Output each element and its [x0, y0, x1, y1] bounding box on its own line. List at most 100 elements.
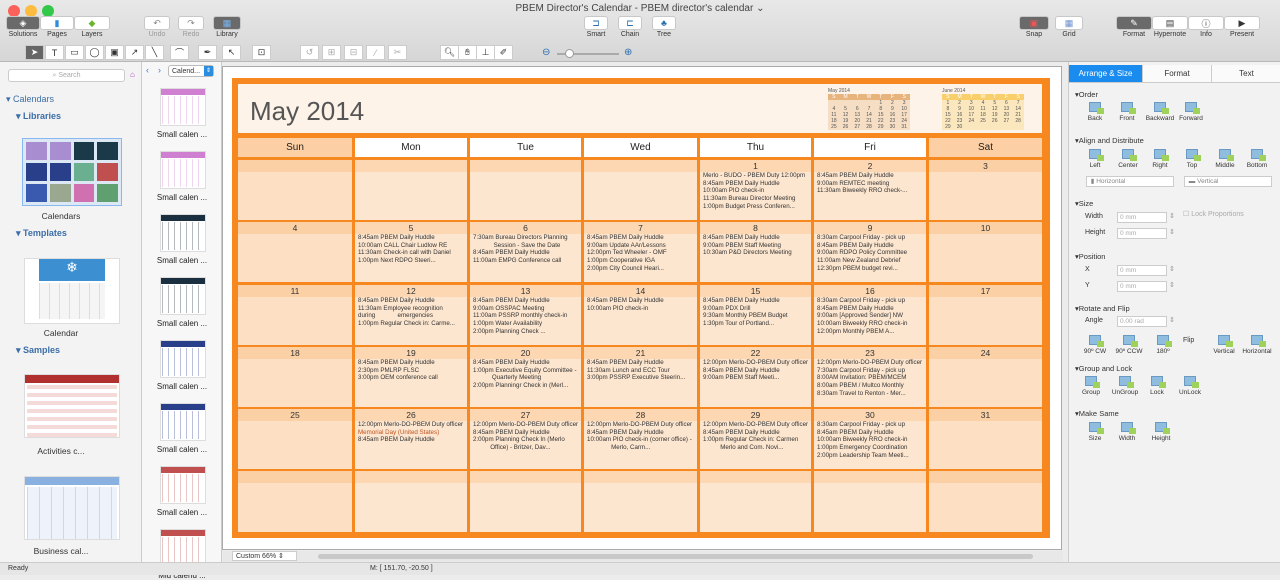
calendar-day-cell[interactable]: 28 12:00pm Merlo-DO-PBEM Duty officer 8:45… [584, 409, 697, 469]
calendars-library-item[interactable] [22, 138, 122, 206]
width-input[interactable]: 0 mm [1117, 212, 1167, 223]
calendar-day-cell[interactable]: 13 8:45am PBEM Daily Huddle 9:00am OSSPAC … [470, 285, 581, 345]
stepper[interactable]: ⇕ [1169, 281, 1175, 289]
calendar-day-cell[interactable] [238, 160, 352, 220]
calendar-template-item[interactable]: ❄ [24, 258, 120, 324]
calendar-event[interactable]: 1:30pm Tour of Portland... [700, 320, 811, 328]
thumbnail-item[interactable] [160, 340, 206, 378]
holiday-label[interactable]: Memorial Day (United States) [355, 429, 467, 437]
calendar-day-cell[interactable]: 26 12:00pm Merlo-DO-PBEM Duty officer Memo… [355, 409, 467, 469]
group_btns-button[interactable]: Lock [1139, 376, 1175, 396]
calendar-event[interactable]: 9:30am Monthly PBEM Budget [700, 312, 811, 320]
calendar-event[interactable]: 8:45am PBEM Daily Huddle [700, 234, 811, 242]
stepper[interactable]: ⇕ [1169, 265, 1175, 273]
calendar-event[interactable]: 8:45am PBEM Daily Huddle [814, 429, 926, 437]
group_btns-button[interactable]: UnLock [1172, 376, 1208, 396]
calendar-day-cell[interactable]: 2 8:45am PBEM Daily Huddle 9:00am REMTEC m… [814, 160, 926, 220]
group_btns-button[interactable]: UnGroup [1107, 376, 1143, 396]
calendar-day-cell[interactable]: 12 8:45am PBEM Daily Huddle 11:30am Employ… [355, 285, 467, 345]
calendar-event[interactable]: 11:30am Employee recognition [355, 305, 467, 313]
lock-proportions-checkbox[interactable]: ☐ Lock Proportions [1183, 210, 1244, 218]
calendar-event[interactable]: 8:45am PBEM Daily Huddle [355, 359, 467, 367]
calendar-day-cell[interactable]: 27 12:00pm Merlo-DO-PBEM Duty officer 8:45… [470, 409, 581, 469]
calendar-event[interactable]: 8:30am Carpool Friday - pick up [814, 421, 926, 429]
calendar-day-cell[interactable]: 1 Merlo - BUDO - PBEM Duty 12:00pm 8:45am … [700, 160, 811, 220]
zoom-slider[interactable] [557, 49, 619, 58]
calendar-event[interactable]: 1:00pm Emergency Coordination [814, 444, 926, 452]
calendar-day-cell[interactable]: 23 12:00pm Merlo-DO-PBEM Duty officer 7:30… [814, 347, 926, 407]
calendar-event[interactable]: 12:00pm Merlo-DO-PBEM Duty officer [584, 421, 697, 429]
calendar-day-cell[interactable] [355, 160, 467, 220]
flip_btns-button[interactable]: Horizontal [1239, 335, 1275, 355]
calendar-event[interactable]: 8:45am PBEM Daily Huddle [584, 429, 697, 437]
calendar-day-cell[interactable]: 16 8:30am Carpool Friday - pick up 8:45am … [814, 285, 926, 345]
same_btns-button[interactable]: Height [1143, 422, 1179, 442]
calendar-day-cell[interactable] [470, 471, 581, 532]
calendar-day-cell[interactable]: 9 8:30am Carpool Friday - pick up 8:45am P… [814, 222, 926, 282]
calendar-day-cell[interactable]: 11 [238, 285, 352, 345]
calendar-day-cell[interactable]: 4 [238, 222, 352, 282]
height-input[interactable]: 0 mm [1117, 228, 1167, 239]
rot_btns-button[interactable]: 180º [1145, 335, 1181, 355]
calendar-event[interactable]: Office) - Britzer, Dav... [470, 444, 581, 452]
layers-button[interactable]: ◆ [74, 16, 110, 30]
calendar-event[interactable]: 7:30am Bureau Directors Planning [470, 234, 581, 242]
smart-button[interactable]: ⊐ [584, 16, 608, 30]
align_btns-button[interactable]: Top [1174, 149, 1210, 169]
ungroup-tool[interactable]: ⊟ [344, 45, 363, 60]
line-tool[interactable]: ╲ [145, 45, 164, 60]
calendar-day-cell[interactable]: 30 8:30am Carpool Friday - pick up 8:45am … [814, 409, 926, 469]
present-button[interactable]: ▶ [1224, 16, 1260, 30]
calendar-event[interactable]: 9:00am RDPO Policy Committee [814, 249, 926, 257]
calendar-event[interactable]: 12:30pm PBEM budget revi... [814, 265, 926, 273]
calendar-event[interactable]: 8:45am PBEM Daily Huddle [584, 234, 697, 242]
calendar-event[interactable]: 9:00am PBEM Staff Meeting [700, 242, 811, 250]
calendar-day-cell[interactable] [238, 471, 352, 532]
arc-tool[interactable]: ⌒ [170, 45, 189, 60]
stamp-tool[interactable]: ⊥ [476, 45, 495, 60]
section-same[interactable]: Make Same [1075, 409, 1119, 418]
calendar-event[interactable]: 11:00am EMPG Conference call [470, 257, 581, 265]
library-manager-icon[interactable]: ⌂ [130, 70, 135, 79]
calendar-event[interactable]: 12:00pm Monthly PBEM A... [814, 328, 926, 336]
redo-button[interactable]: ↷ [178, 16, 204, 30]
thumbnail-item[interactable] [160, 277, 206, 315]
solutions-button[interactable]: ◈ [6, 16, 40, 30]
thumbnail-item[interactable] [160, 403, 206, 441]
calendar-event[interactable]: during emergencies [355, 312, 467, 320]
angle-input[interactable]: 0.00 rad [1117, 316, 1167, 327]
calendar-event[interactable]: 8:45am PBEM Daily Huddle [814, 172, 926, 180]
calendar-day-cell[interactable] [355, 471, 467, 532]
calendar-event[interactable]: 12:00pm Merlo-DO-PBEM Duty officer [700, 421, 811, 429]
calendar-event[interactable]: 11:30am Bureau Director Meeting [700, 195, 811, 203]
calendar-event[interactable]: 1:00pm Regular Check in: Carmen [700, 436, 811, 444]
calendar-event[interactable]: 2:00pm City Council Heari... [584, 265, 697, 273]
calendar-day-cell[interactable]: 19 8:45am PBEM Daily Huddle 2:30pm PMLRP F… [355, 347, 467, 407]
chain-button[interactable]: ⊏ [618, 16, 642, 30]
cut-tool[interactable]: ✂ [388, 45, 407, 60]
group_btns-button[interactable]: Group [1073, 376, 1109, 396]
calendar-event[interactable]: 10:00am PIO check-in [700, 187, 811, 195]
calendar-event[interactable]: 8:45am PBEM Daily Huddle [814, 242, 926, 250]
zoom-tool[interactable]: 🔍︎ [440, 45, 459, 60]
calendar-event[interactable]: 8:45am PBEM Daily Huddle [355, 297, 467, 305]
connect-tool[interactable]: ⁄ [366, 45, 385, 60]
eyedropper-tool[interactable]: ✐ [494, 45, 513, 60]
calendar-event[interactable]: 8:30am Travel to Renton - Mer... [814, 390, 926, 398]
search-input[interactable]: ⌕ Search [8, 69, 125, 82]
zoom-in-icon[interactable]: ⊕ [624, 47, 632, 58]
calendar-day-cell[interactable] [700, 471, 811, 532]
calendar-event[interactable]: 8:45am PBEM Daily Huddle [584, 297, 697, 305]
calendar-event[interactable]: 3:00pm OEM conference call [355, 374, 467, 382]
flip_btns-button[interactable]: Vertical [1206, 335, 1242, 355]
horizontal-scrollbar[interactable] [318, 554, 1033, 559]
calendar-event[interactable]: Merlo and Com. Novi... [700, 444, 811, 452]
calendar-event[interactable]: 9:00am [Approved Sender] NW [814, 312, 926, 320]
zoom-slider-thumb[interactable] [565, 49, 574, 58]
calendar-event[interactable]: 8:45am PBEM Daily Huddle [355, 436, 467, 444]
calendar-event[interactable]: 9:00am PBEM Staff Meeti... [700, 374, 811, 382]
calendar-event[interactable]: 11:30am Biweekly RRO check-... [814, 187, 926, 195]
calendar-day-cell[interactable]: 31 [929, 409, 1042, 469]
format-button[interactable]: ✎ [1116, 16, 1152, 30]
rectangle-tool[interactable]: ▭ [65, 45, 84, 60]
